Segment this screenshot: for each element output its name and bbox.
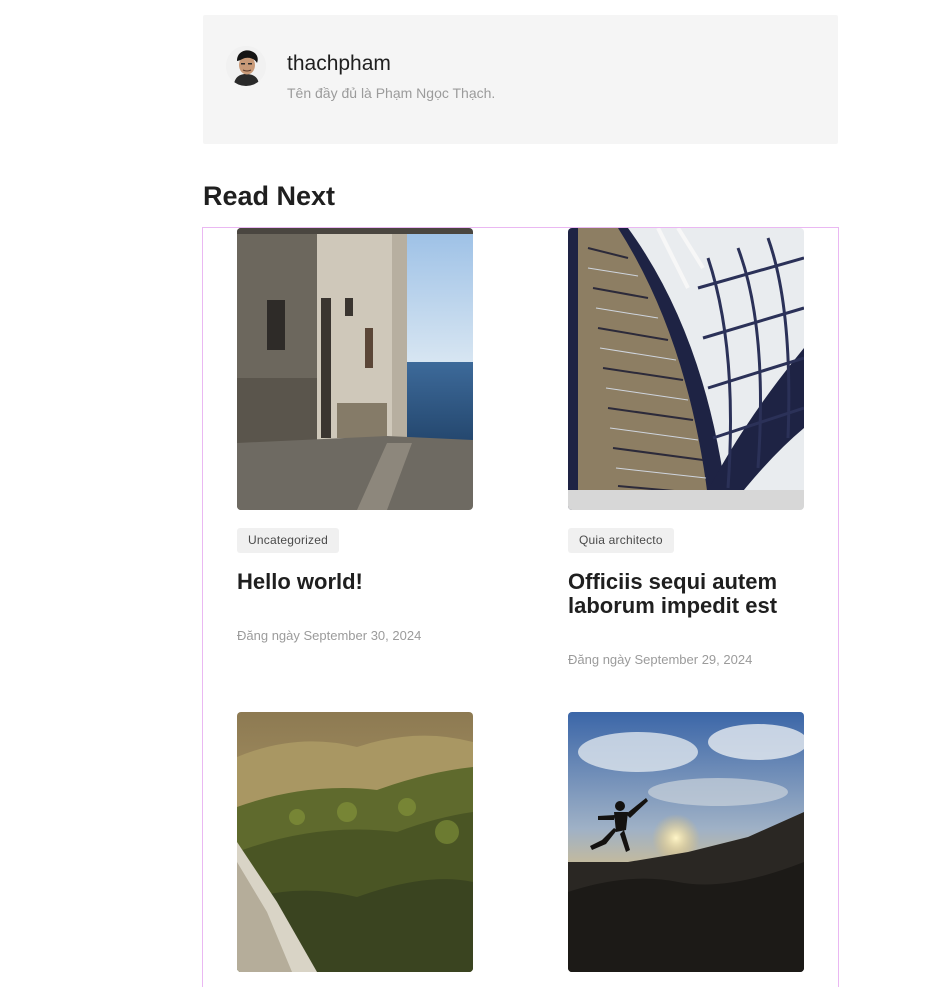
post-title[interactable]: Officiis sequi autem laborum impedit est [568, 570, 804, 618]
post-thumbnail[interactable] [568, 712, 804, 972]
post-card: Uncategorized Hello world! Đăng ngày Sep… [237, 228, 473, 644]
author-description: Tên đầy đủ là Phạm Ngọc Thạch. [287, 85, 496, 101]
post-card [568, 712, 804, 972]
post-thumbnail[interactable] [237, 228, 473, 510]
post-title[interactable]: Hello world! [237, 570, 473, 594]
post-card [237, 712, 473, 972]
person-jumping-at-sunset-image [568, 712, 804, 972]
avatar-photo-icon [226, 46, 266, 86]
street-by-the-sea-image [237, 228, 473, 510]
post-category-badge[interactable]: Uncategorized [237, 528, 339, 553]
post-thumbnail[interactable] [568, 228, 804, 510]
author-box: thachpham Tên đầy đủ là Phạm Ngọc Thạch. [203, 15, 838, 144]
post-date: Đăng ngày September 30, 2024 [237, 628, 422, 643]
curved-library-shelves-image [568, 228, 804, 510]
post-thumbnail[interactable] [237, 712, 473, 972]
post-card: Quia architecto Officiis sequi autem lab… [568, 228, 804, 668]
author-name[interactable]: thachpham [287, 51, 391, 77]
author-avatar[interactable] [226, 46, 266, 86]
read-next-posts-grid: Uncategorized Hello world! Đăng ngày Sep… [202, 227, 839, 987]
forested-mountains-image [237, 712, 473, 972]
post-category-badge[interactable]: Quia architecto [568, 528, 674, 553]
read-next-heading: Read Next [203, 181, 336, 211]
post-date: Đăng ngày September 29, 2024 [568, 652, 753, 667]
